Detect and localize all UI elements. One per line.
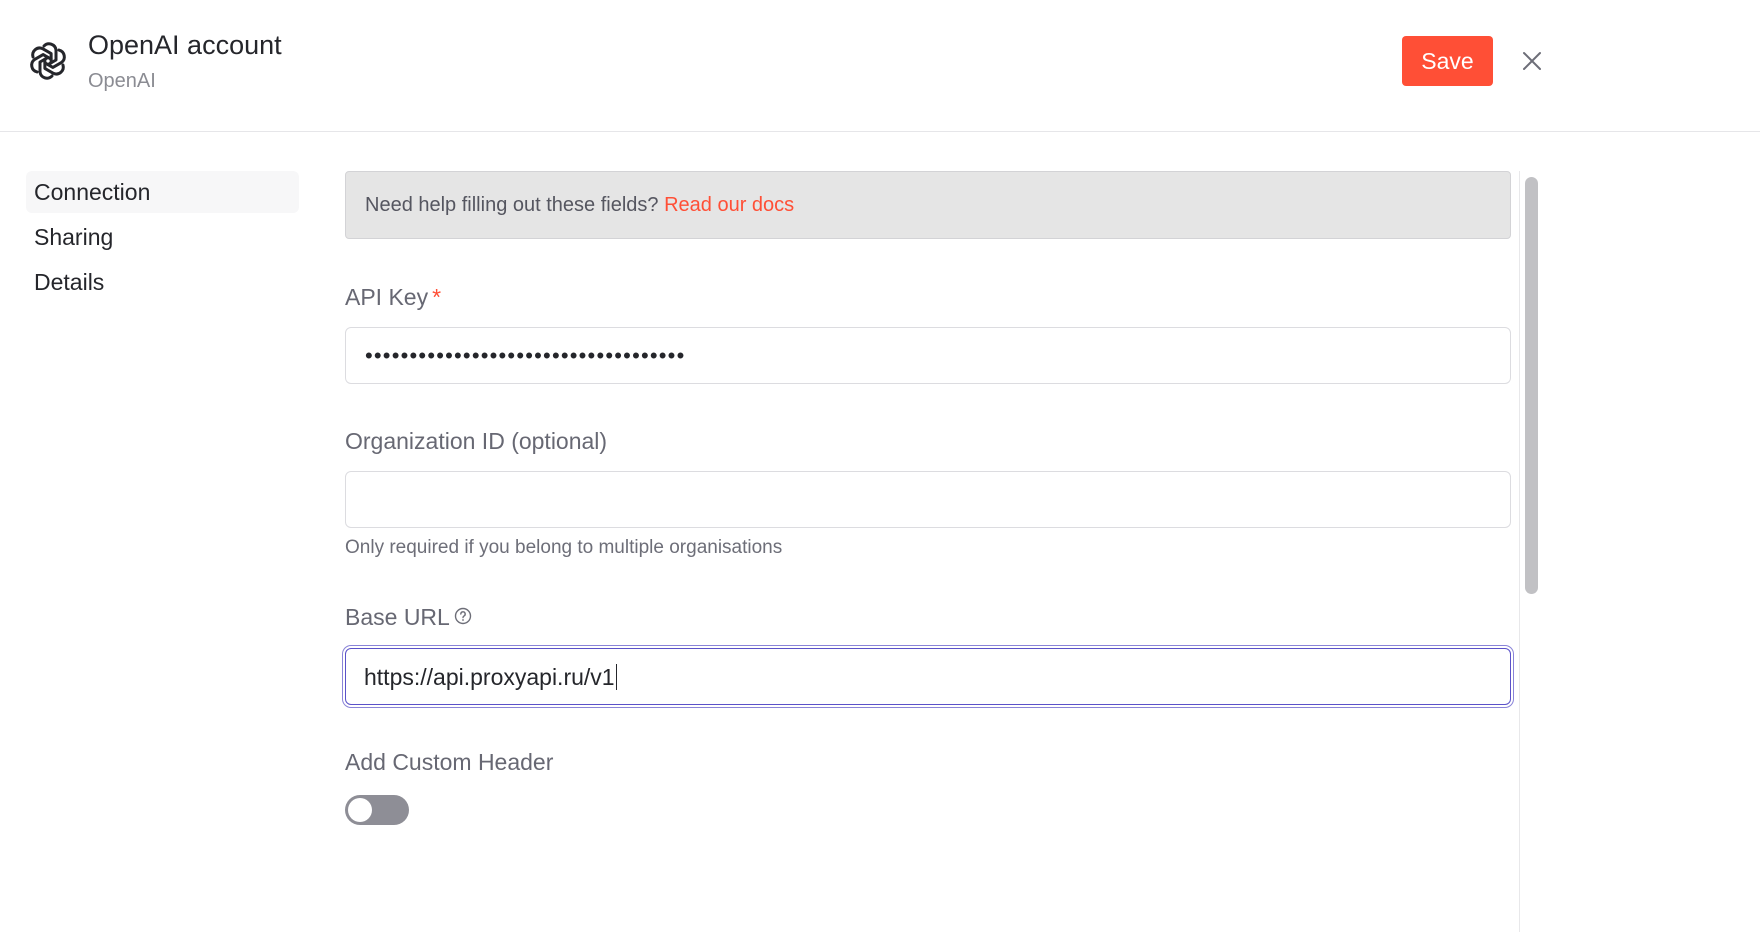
organization-id-input[interactable] (345, 471, 1511, 528)
custom-header-label: Add Custom Header (345, 749, 554, 775)
base-url-value: https://api.proxyapi.ru/v1 (364, 664, 615, 690)
text-caret (615, 664, 618, 690)
help-text: Need help filling out these fields? (365, 194, 659, 216)
api-key-masked-value: •••••••••••••••••••••••••••••••••••• (365, 343, 686, 368)
base-url-label: Base URL (345, 604, 450, 630)
save-button[interactable]: Save (1402, 36, 1493, 86)
help-notice: Need help filling out these fields? Read… (345, 171, 1511, 239)
required-marker: * (432, 284, 442, 310)
question-circle-icon[interactable] (453, 606, 473, 626)
organization-id-label: Organization ID (optional) (345, 428, 608, 454)
credential-type: OpenAI (88, 70, 156, 92)
scrollbar-thumb[interactable] (1525, 177, 1538, 594)
toggle-knob (348, 798, 372, 822)
close-icon[interactable] (1518, 47, 1546, 75)
credential-modal: OpenAI account OpenAI Save Connection Sh… (0, 0, 1760, 932)
base-url-value-wrapper: https://api.proxyapi.ru/v1 (364, 662, 618, 692)
api-key-label: API Key * (345, 282, 441, 312)
api-key-label-text: API Key (345, 284, 429, 310)
modal-header: OpenAI account OpenAI Save (0, 0, 1760, 132)
sidebar-item-sharing[interactable]: Sharing (26, 216, 299, 258)
credential-title[interactable]: OpenAI account (88, 28, 282, 62)
custom-header-toggle[interactable] (345, 795, 409, 825)
docs-link[interactable]: Read our docs (664, 194, 794, 216)
sidebar-item-connection[interactable]: Connection (26, 171, 299, 213)
sidebar-item-details[interactable]: Details (26, 261, 299, 303)
openai-logo-icon (30, 42, 66, 80)
organization-id-hint: Only required if you belong to multiple … (345, 537, 783, 558)
